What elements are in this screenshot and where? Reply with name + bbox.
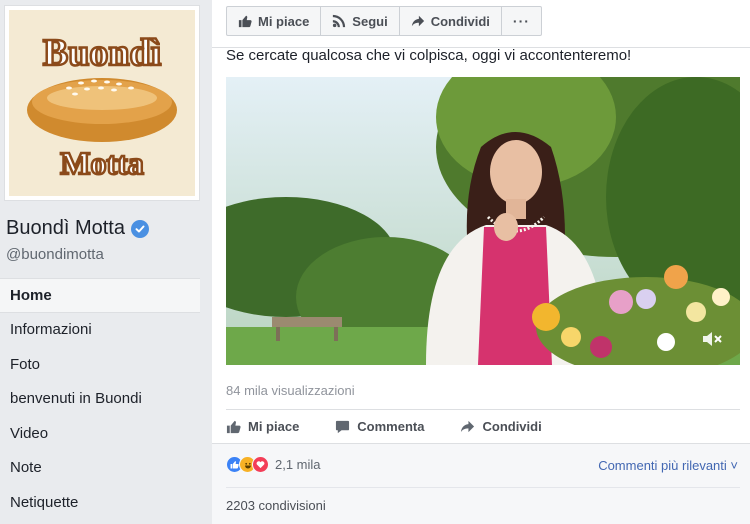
mute-icon[interactable] [702, 331, 724, 347]
comment-button[interactable]: Commenta [335, 419, 424, 434]
share-arrow-icon [461, 420, 475, 432]
nav-item-foto[interactable]: Foto [0, 347, 200, 382]
page-nav: Home Informazioni Foto benvenuti in Buon… [0, 278, 200, 520]
follow-button[interactable]: Segui [321, 7, 400, 35]
comment-sort-dropdown[interactable]: Commenti più rilevanti ˅ [598, 458, 738, 473]
divider [226, 487, 740, 488]
profile-picture[interactable]: Buondì Motta [4, 5, 200, 201]
page-like-label: Mi piace [258, 13, 310, 29]
rss-icon [333, 14, 346, 28]
nav-item-informazioni[interactable]: Informazioni [0, 313, 200, 348]
post-like-button[interactable]: Mi piace [226, 419, 299, 434]
post-action-bar: Mi piace Commenta Condividi [226, 413, 578, 439]
left-sidebar: Buondì Motta Buondì Motta @buondimotta H… [0, 0, 212, 524]
post-message: Se cercate qualcosa che vi colpisca, ogg… [226, 47, 632, 64]
page-share-label: Condividi [430, 13, 490, 29]
share-count[interactable]: 2203 condivisioni [226, 498, 326, 513]
view-count: 84 mila visualizzazioni [226, 383, 355, 398]
post-like-label: Mi piace [248, 418, 300, 434]
share-arrow-icon [411, 15, 424, 27]
thumbs-up-icon [226, 420, 241, 433]
follow-label: Segui [352, 13, 388, 29]
comment-label: Commenta [357, 418, 425, 434]
video-player[interactable] [226, 77, 740, 365]
page-handle[interactable]: @buondimotta [6, 246, 104, 263]
page-share-button[interactable]: Condividi [400, 7, 502, 35]
comment-icon [336, 420, 350, 433]
brand-logo: Buondì Motta [9, 10, 195, 196]
post-footer: 2,1 mila Commenti più rilevanti ˅ 2203 c… [212, 443, 750, 524]
nav-item-benvenuti[interactable]: benvenuti in Buondi [0, 382, 200, 417]
page-action-bar: Mi piace Segui Condividi ··· [226, 6, 542, 36]
more-dots-icon: ··· [512, 13, 530, 29]
main-column: Mi piace Segui Condividi ··· Se cercate … [212, 0, 750, 524]
nav-item-video[interactable]: Video [0, 416, 200, 451]
page-name-text[interactable]: Buondì Motta [6, 217, 125, 240]
post-share-label: Condividi [482, 418, 542, 434]
nav-item-home[interactable]: Home [0, 278, 200, 313]
logo-text-bottom: Motta [60, 145, 144, 181]
more-options-button[interactable]: ··· [502, 7, 541, 35]
post-share-button[interactable]: Condividi [460, 418, 542, 434]
reactions-summary[interactable]: 2,1 mila [226, 456, 321, 473]
page-title[interactable]: Buondì Motta [6, 217, 149, 240]
thumbs-up-icon [238, 15, 252, 28]
love-reaction-icon [252, 456, 269, 473]
verified-badge-icon [130, 219, 149, 238]
divider [226, 409, 740, 410]
logo-text-top: Buondì [43, 32, 161, 74]
video-frame [226, 77, 740, 365]
nav-item-note[interactable]: Note [0, 451, 200, 486]
page-like-button[interactable]: Mi piace [227, 7, 322, 35]
nav-item-netiquette[interactable]: Netiquette [0, 485, 200, 520]
reaction-count[interactable]: 2,1 mila [275, 457, 321, 472]
